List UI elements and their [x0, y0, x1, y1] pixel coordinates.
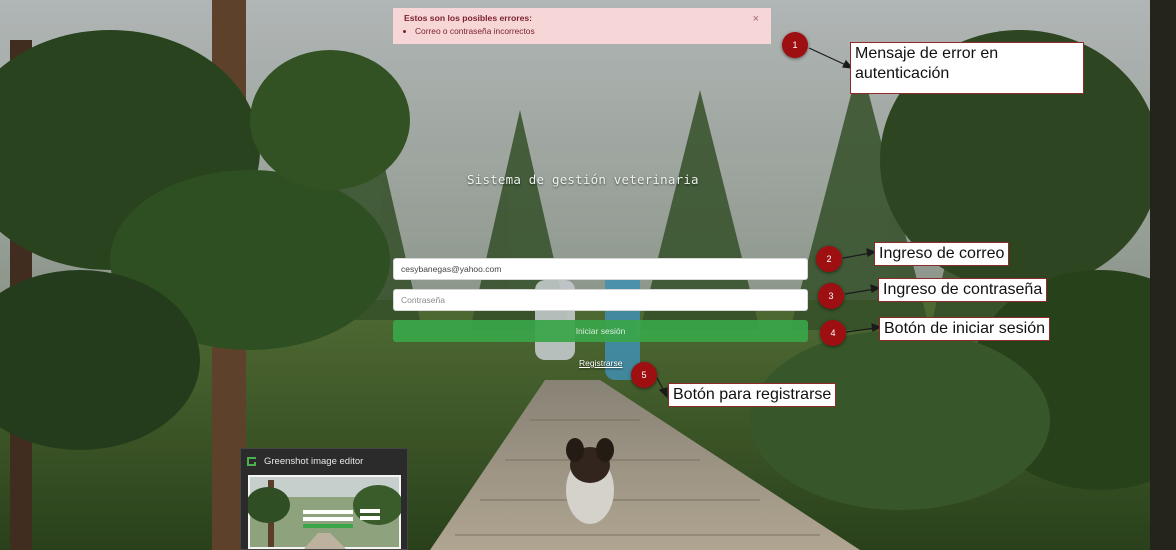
error-alert: Estos son los posibles errores: Correo o…	[393, 8, 771, 44]
password-field[interactable]	[393, 289, 808, 311]
greenshot-preview-window[interactable]: Greenshot image editor	[240, 448, 408, 550]
greenshot-icon	[247, 456, 256, 466]
callout-4: Botón de iniciar sesión	[879, 317, 1050, 341]
register-link[interactable]: Registrarse	[579, 358, 622, 368]
annotation-marker-2: 2	[816, 246, 842, 272]
alert-error-list: Correo o contraseña incorrectos	[404, 26, 760, 36]
alert-error-item: Correo o contraseña incorrectos	[415, 26, 760, 36]
callout-5: Botón para registrarse	[668, 383, 837, 407]
callout-3: Ingreso de contraseña	[878, 278, 1048, 302]
close-icon[interactable]: ×	[753, 13, 759, 25]
annotation-marker-3: 3	[818, 283, 844, 309]
callout-1-text: Mensaje de error en autenticación	[855, 45, 999, 82]
callout-2: Ingreso de correo	[874, 242, 1010, 266]
greenshot-header: Greenshot image editor	[241, 449, 407, 473]
greenshot-thumbnail	[248, 475, 401, 549]
annotation-marker-5: 5	[631, 362, 657, 388]
app-title: Sistema de gestión veterinaria	[467, 172, 699, 187]
greenshot-label: Greenshot image editor	[264, 455, 364, 467]
alert-title: Estos son los posibles errores:	[404, 13, 532, 23]
login-button[interactable]: Iniciar sesión	[393, 320, 808, 342]
annotation-marker-4: 4	[820, 320, 846, 346]
email-field[interactable]	[393, 258, 808, 280]
annotation-marker-1: 1	[782, 32, 808, 58]
callout-1: Mensaje de error en autenticación	[850, 42, 1084, 94]
